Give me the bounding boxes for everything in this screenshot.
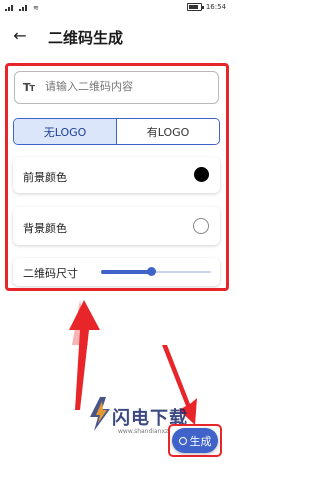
generate-label: 生成 (189, 434, 212, 448)
generate-icon (178, 436, 187, 445)
generate-button[interactable]: 生成 (172, 428, 218, 453)
arrow-up-icon (69, 300, 100, 410)
watermark-url: www.shandianxz (118, 428, 169, 435)
watermark-logo-icon (90, 397, 110, 431)
